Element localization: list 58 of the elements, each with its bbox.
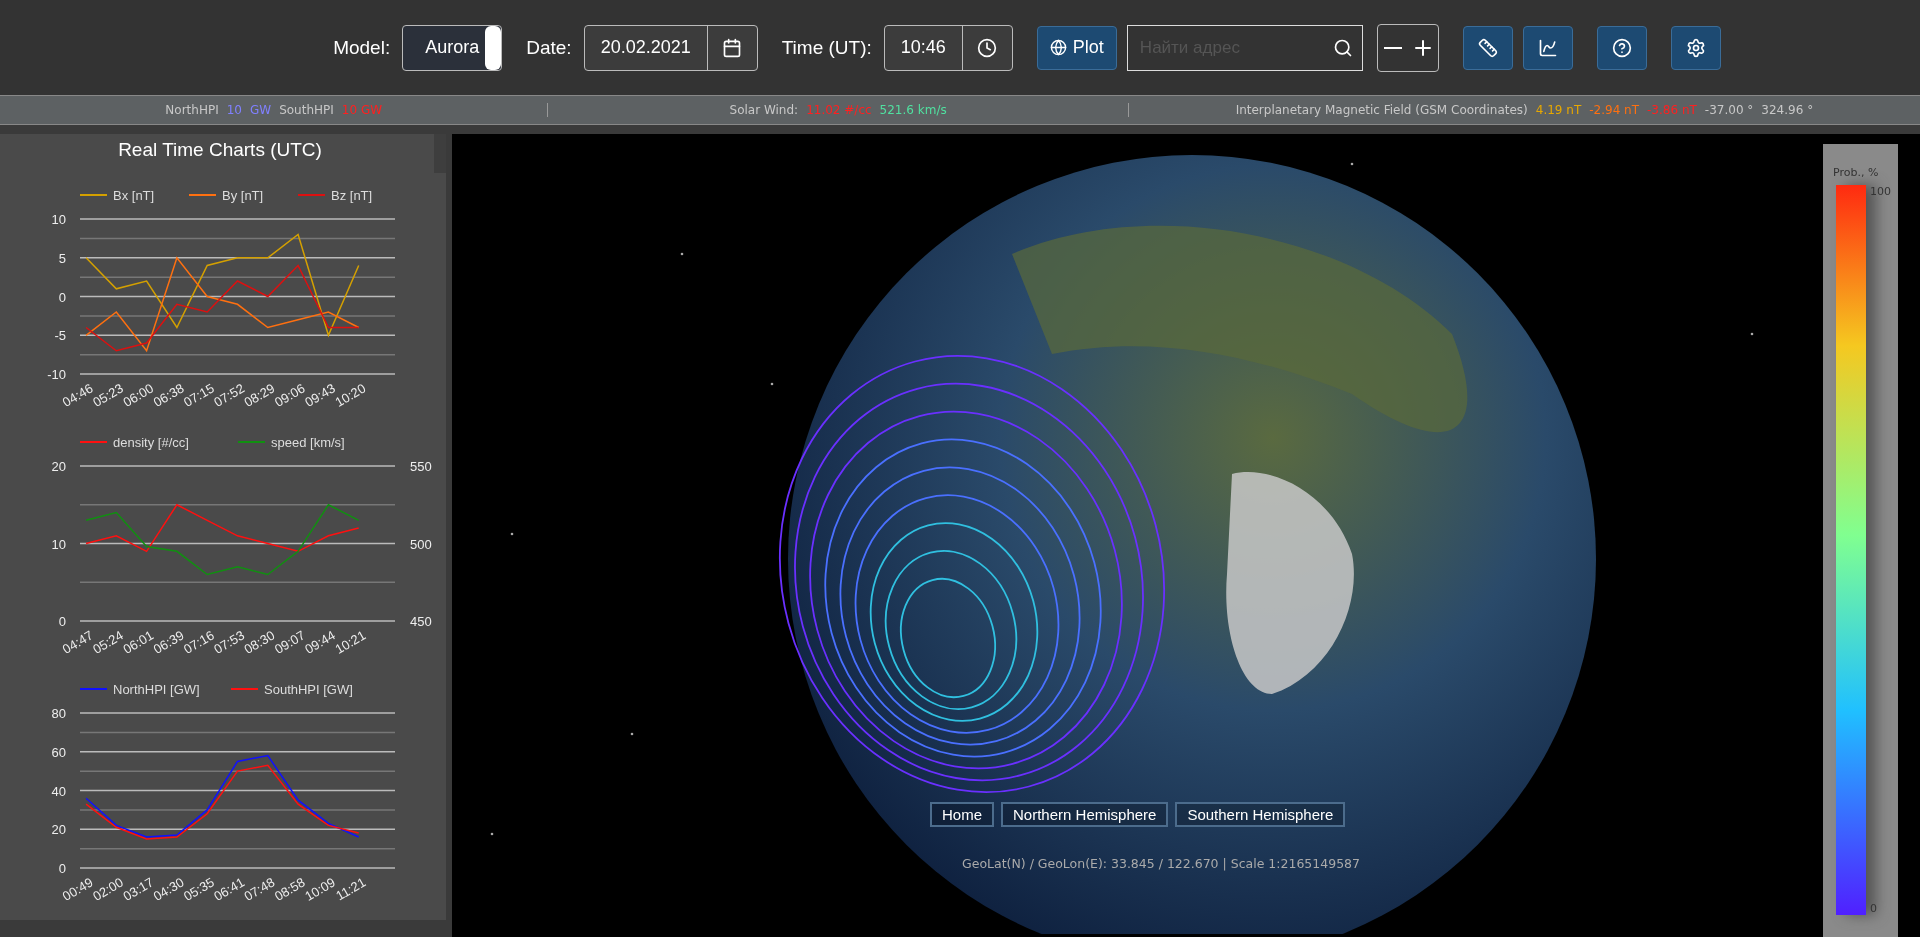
map-view-button[interactable]: Home bbox=[930, 802, 994, 827]
axis-label: 550 bbox=[410, 459, 432, 474]
panel-title: Real Time Charts (UTC) bbox=[117, 138, 323, 162]
axis-label: 10 bbox=[51, 212, 66, 227]
status-text: NorthHPI bbox=[165, 103, 219, 117]
model-select[interactable]: Aurora bbox=[402, 24, 503, 71]
legend-entry: speed [km/s] bbox=[237, 435, 345, 450]
legend-label: NorthHPI [GW] bbox=[113, 682, 200, 697]
axis-label: 40 bbox=[51, 783, 66, 799]
axis-label: 5 bbox=[58, 250, 66, 266]
axis-label: 0 bbox=[58, 289, 66, 305]
legend-label: By [nT] bbox=[222, 188, 264, 203]
status-text: 11.02 #/cc bbox=[806, 103, 872, 117]
legend-entry: By [nT] bbox=[188, 188, 264, 203]
legend-label: Bx [nT] bbox=[113, 188, 155, 203]
time-label: Time (UT): bbox=[781, 36, 872, 59]
legend-label: SouthHPI [GW] bbox=[264, 682, 353, 697]
date-label: Date: bbox=[526, 36, 572, 59]
axis-label: 500 bbox=[410, 536, 432, 552]
axis-label: 20 bbox=[51, 822, 66, 838]
axis-label: 0 bbox=[58, 861, 66, 876]
model-label: Model: bbox=[333, 36, 391, 59]
status-text: 10 GW bbox=[341, 103, 383, 117]
legend-label: speed [km/s] bbox=[271, 435, 345, 450]
status-text: 521.6 km/s bbox=[879, 103, 947, 117]
legend-max-label: 100 bbox=[1870, 185, 1891, 198]
coordinates-text: GeoLat(N) / GeoLon(E): 33.845 / 122.670 | Scale 1:2165149587 bbox=[962, 856, 1361, 871]
axis-label: 450 bbox=[410, 614, 432, 629]
status-text: -3.86 nT bbox=[1647, 103, 1697, 117]
status-text: 324.96 ° bbox=[1761, 103, 1814, 117]
legend-entry: SouthHPI [GW] bbox=[230, 682, 353, 697]
map-view-button[interactable]: Northern Hemisphere bbox=[1001, 802, 1169, 827]
legend-title: Prob., % bbox=[1833, 166, 1880, 179]
map-view[interactable]: Home Northern Hemisphere Southern Hemisphere GeoLat(N) / GeoLon(E): 33.845 / 122.670 | Scale 1:2165149587 Prob., % 100 0 bbox=[452, 134, 1920, 937]
legend-label: Bz [nT] bbox=[331, 188, 373, 203]
legend-min-label: 0 bbox=[1870, 902, 1878, 915]
status-text: GW bbox=[250, 103, 272, 117]
status-text: 4.19 nT bbox=[1535, 103, 1582, 117]
axis-label: 20 bbox=[51, 459, 66, 474]
legend-label: density [#/cc] bbox=[113, 435, 189, 450]
legend-entry: Bx [nT] bbox=[79, 188, 155, 203]
map-view-button[interactable]: Southern Hemisphere bbox=[1175, 802, 1346, 827]
axis-label: -5 bbox=[54, 328, 66, 344]
legend-entry: NorthHPI [GW] bbox=[79, 682, 200, 697]
status-text: Solar Wind: bbox=[729, 103, 799, 117]
axis-label: 0 bbox=[58, 614, 66, 629]
axis-label: 10 bbox=[51, 536, 66, 552]
axis-label: 60 bbox=[51, 744, 66, 760]
plot-button[interactable]: Plot bbox=[1036, 25, 1117, 70]
status-text: -37.00 ° bbox=[1704, 103, 1754, 117]
status-text: SouthHPI bbox=[279, 103, 334, 117]
legend-entry: density [#/cc] bbox=[79, 435, 189, 450]
axis-label: -10 bbox=[47, 367, 66, 382]
status-text: -2.94 nT bbox=[1589, 103, 1640, 117]
status-text: 10 bbox=[226, 103, 242, 117]
status-text: Interplanetary Magnetic Field (GSM Coordinates) bbox=[1235, 103, 1528, 117]
legend-entry: Bz [nT] bbox=[297, 188, 373, 203]
axis-label: 80 bbox=[51, 706, 66, 721]
